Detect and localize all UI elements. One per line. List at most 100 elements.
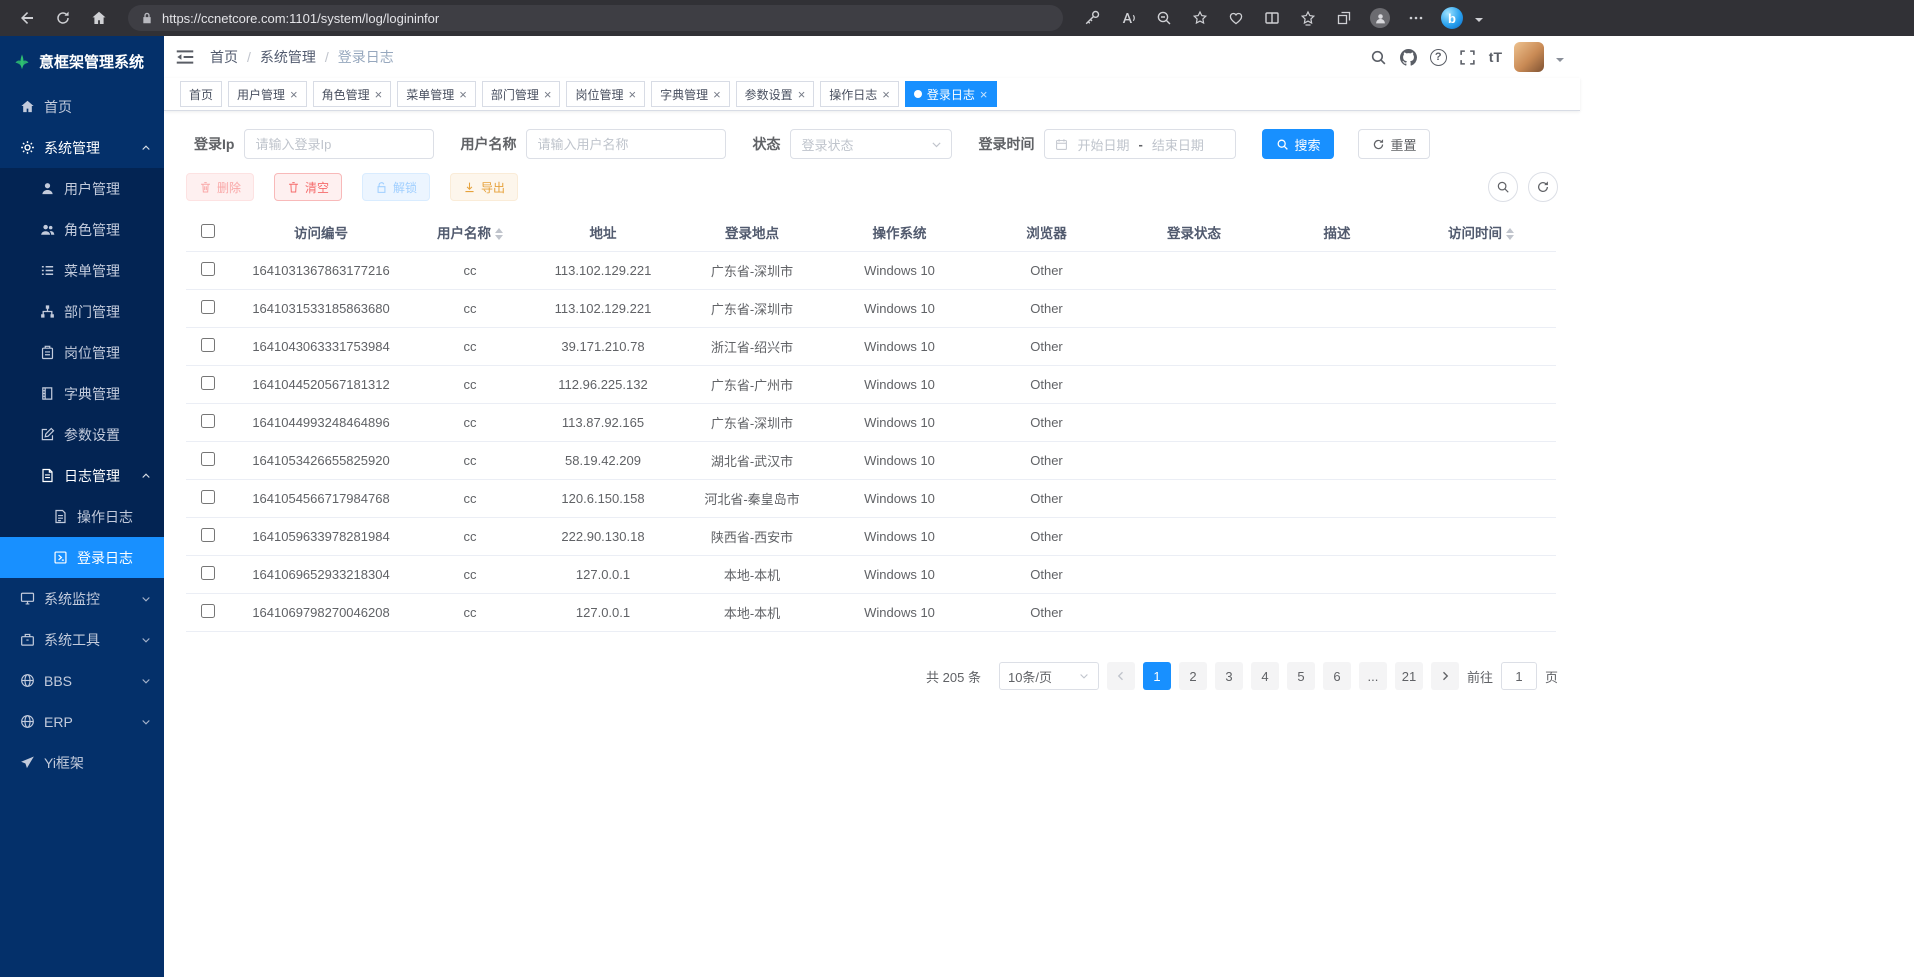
sort-carets[interactable]	[1506, 228, 1514, 240]
sidebar-item-dict-management[interactable]: 字典管理	[0, 373, 164, 414]
tab-close-icon[interactable]: ×	[798, 88, 806, 101]
search-icon[interactable]	[1370, 48, 1388, 66]
page-more-button[interactable]: ...	[1359, 662, 1387, 690]
sidebar-item-home[interactable]: 首页	[0, 86, 164, 127]
next-page-button[interactable]	[1431, 662, 1459, 690]
search-button[interactable]: 搜索	[1262, 129, 1334, 159]
bing-copilot-icon[interactable]: b	[1437, 4, 1467, 32]
tab-department-management[interactable]: 部门管理×	[482, 81, 561, 107]
tab-close-icon[interactable]: ×	[628, 88, 636, 101]
sidebar-item-system-tools[interactable]: 系统工具	[0, 619, 164, 660]
row-checkbox[interactable]	[201, 452, 215, 466]
bing-caret-icon[interactable]	[1475, 18, 1483, 26]
collections-icon[interactable]	[1329, 4, 1359, 32]
select-all-checkbox[interactable]	[201, 224, 215, 238]
home-button[interactable]	[84, 4, 114, 32]
page-button-4[interactable]: 4	[1251, 662, 1279, 690]
fullscreen-icon[interactable]	[1459, 48, 1477, 66]
tab-home[interactable]: 首页	[180, 81, 222, 107]
page-button-21[interactable]: 21	[1395, 662, 1423, 690]
tab-post-management[interactable]: 岗位管理×	[566, 81, 645, 107]
sidebar-item-menu-management[interactable]: 菜单管理	[0, 250, 164, 291]
row-checkbox[interactable]	[201, 490, 215, 504]
zoom-out-icon[interactable]	[1149, 4, 1179, 32]
breadcrumb-system-management[interactable]: 系统管理	[260, 47, 316, 67]
status-select[interactable]: 登录状态	[790, 129, 952, 159]
sidebar-item-log-management[interactable]: 日志管理	[0, 455, 164, 496]
page-button-6[interactable]: 6	[1323, 662, 1351, 690]
sidebar-item-user-management[interactable]: 用户管理	[0, 168, 164, 209]
show-search-button[interactable]	[1488, 172, 1518, 202]
page-button-2[interactable]: 2	[1179, 662, 1207, 690]
row-checkbox[interactable]	[201, 566, 215, 580]
sidebar-item-post-management[interactable]: 岗位管理	[0, 332, 164, 373]
row-checkbox[interactable]	[201, 262, 215, 276]
tab-close-icon[interactable]: ×	[544, 88, 552, 101]
favorites-icon[interactable]	[1293, 4, 1323, 32]
clear-button[interactable]: 清空	[274, 173, 342, 201]
help-icon[interactable]: ?	[1430, 49, 1447, 66]
sidebar-item-operation-log[interactable]: 操作日志	[0, 496, 164, 537]
github-icon[interactable]	[1400, 48, 1418, 66]
username-input[interactable]	[526, 129, 726, 159]
tab-dict-management[interactable]: 字典管理×	[651, 81, 730, 107]
delete-button[interactable]: 删除	[186, 173, 254, 201]
sidebar-collapse-button[interactable]	[174, 46, 196, 68]
sidebar-item-erp[interactable]: ERP	[0, 701, 164, 742]
sidebar-item-login-log[interactable]: 登录日志	[0, 537, 164, 578]
sidebar-item-role-management[interactable]: 角色管理	[0, 209, 164, 250]
page-button-3[interactable]: 3	[1215, 662, 1243, 690]
sidebar-item-yi-framework[interactable]: Yi框架	[0, 742, 164, 783]
unlock-button[interactable]: 解锁	[362, 173, 430, 201]
tab-close-icon[interactable]: ×	[980, 88, 988, 101]
avatar-caret-icon[interactable]	[1556, 58, 1564, 66]
tab-operation-log[interactable]: 操作日志×	[820, 81, 899, 107]
row-checkbox[interactable]	[201, 338, 215, 352]
row-checkbox[interactable]	[201, 300, 215, 314]
browser-settings-more-icon[interactable]	[1401, 4, 1431, 32]
page-size-select[interactable]: 10条/页	[999, 662, 1099, 690]
tab-close-icon[interactable]: ×	[882, 88, 890, 101]
tab-close-icon[interactable]: ×	[713, 88, 721, 101]
tab-user-management[interactable]: 用户管理×	[228, 81, 307, 107]
page-button-5[interactable]: 5	[1287, 662, 1315, 690]
font-size-icon[interactable]: tT	[1489, 48, 1502, 66]
tab-menu-management[interactable]: 菜单管理×	[397, 81, 476, 107]
row-checkbox[interactable]	[201, 528, 215, 542]
goto-page-input[interactable]	[1501, 662, 1537, 690]
tab-close-icon[interactable]: ×	[375, 88, 383, 101]
sidebar-item-system-management[interactable]: 系统管理	[0, 127, 164, 168]
column-header-time[interactable]: 访问时间	[1406, 213, 1556, 252]
breadcrumb-home[interactable]: 首页	[210, 47, 238, 67]
browser-essentials-icon[interactable]	[1221, 4, 1251, 32]
password-key-icon[interactable]	[1077, 4, 1107, 32]
sidebar-item-bbs[interactable]: BBS	[0, 660, 164, 701]
read-aloud-icon[interactable]	[1113, 4, 1143, 32]
refresh-button[interactable]	[48, 4, 78, 32]
row-checkbox[interactable]	[201, 604, 215, 618]
prev-page-button[interactable]	[1107, 662, 1135, 690]
reset-button[interactable]: 重置	[1358, 129, 1430, 159]
login-ip-input[interactable]	[244, 129, 434, 159]
split-screen-icon[interactable]	[1257, 4, 1287, 32]
tab-login-log[interactable]: 登录日志×	[905, 81, 997, 107]
refresh-table-button[interactable]	[1528, 172, 1558, 202]
page-button-1[interactable]: 1	[1143, 662, 1171, 690]
sort-carets[interactable]	[495, 228, 503, 240]
sidebar-item-param-settings[interactable]: 参数设置	[0, 414, 164, 455]
tab-close-icon[interactable]: ×	[459, 88, 467, 101]
sidebar-item-system-monitor[interactable]: 系统监控	[0, 578, 164, 619]
tab-param-settings[interactable]: 参数设置×	[736, 81, 815, 107]
add-favorite-icon[interactable]	[1185, 4, 1215, 32]
tab-role-management[interactable]: 角色管理×	[313, 81, 392, 107]
address-bar[interactable]: https://ccnetcore.com:1101/system/log/lo…	[128, 5, 1063, 31]
back-button[interactable]	[12, 4, 42, 32]
user-avatar[interactable]	[1514, 42, 1544, 72]
tab-close-icon[interactable]: ×	[290, 88, 298, 101]
row-checkbox[interactable]	[201, 414, 215, 428]
browser-profile-icon[interactable]	[1365, 4, 1395, 32]
column-header-user[interactable]: 用户名称	[412, 213, 528, 252]
export-button[interactable]: 导出	[450, 173, 518, 201]
app-logo[interactable]: 意框架管理系统	[0, 36, 164, 86]
sidebar-item-department-management[interactable]: 部门管理	[0, 291, 164, 332]
